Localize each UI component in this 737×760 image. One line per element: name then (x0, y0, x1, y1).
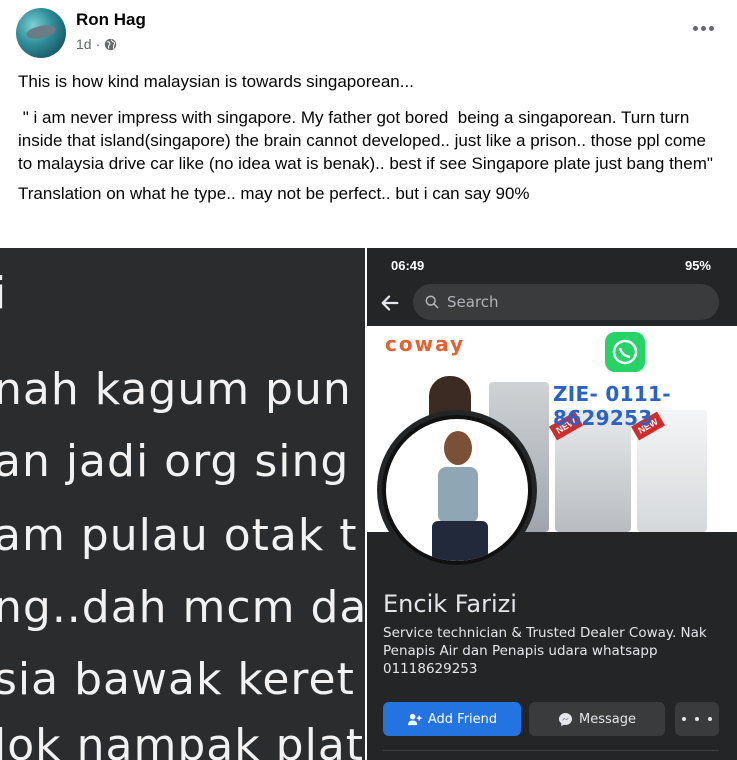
photo-text-line: nah kagum pun (0, 364, 352, 415)
status-time: 06:49 (391, 258, 425, 273)
profile-name: Encik Farizi (383, 590, 517, 618)
profile-picture[interactable] (377, 410, 537, 570)
search-icon (425, 295, 439, 309)
post-time[interactable]: 1d (76, 36, 92, 52)
globe-icon (105, 38, 117, 50)
more-horizontal-icon (682, 717, 686, 721)
post-meta: 1d · (76, 36, 117, 52)
photo-text-line: am pulau otak t (0, 510, 358, 561)
post-body: This is how kind malaysian is towards si… (18, 70, 718, 218)
author-name[interactable]: Ron Hag (76, 10, 146, 30)
whatsapp-icon (605, 332, 645, 372)
search-input[interactable] (447, 293, 687, 311)
back-arrow-icon[interactable] (379, 292, 401, 314)
photo-text-line: lok nampak plat (0, 720, 365, 760)
photo-text-line: ng..dah mcm dal (0, 582, 365, 633)
post-intro: This is how kind malaysian is towards si… (18, 72, 414, 91)
divider (383, 750, 719, 751)
post-quote: " i am never impress with singapore. My … (18, 108, 713, 173)
photo-text-line: i (0, 268, 8, 319)
phone-screenshot: 06:49 95% coway NEW (367, 248, 737, 760)
profile-more-button[interactable] (675, 702, 719, 736)
cover-phone-number: ZIE- 0111-8629253 (553, 382, 671, 430)
status-bar: 06:49 95% (367, 248, 737, 282)
post-translation-note: Translation on what he type.. may not be… (18, 184, 530, 203)
message-button[interactable]: Message (529, 702, 665, 736)
nav-bar (367, 282, 737, 326)
search-bar[interactable] (413, 284, 719, 320)
author-avatar[interactable] (16, 8, 66, 58)
post-photo-left[interactable]: i nah kagum pun an jadi org sing am pula… (0, 248, 365, 760)
message-label: Message (579, 711, 636, 727)
add-person-icon (407, 713, 422, 725)
brand-logo: coway (385, 332, 465, 356)
status-battery: 95% (684, 258, 711, 273)
more-options-button[interactable] (685, 14, 721, 42)
profile-bio: Service technician & Trusted Dealer Cowa… (383, 625, 707, 677)
add-friend-label: Add Friend (427, 711, 498, 727)
post-header: Ron Hag 1d · (16, 8, 721, 58)
add-friend-button[interactable]: Add Friend (383, 702, 521, 736)
photo-text-line: an jadi org sing (0, 436, 350, 487)
photo-text-line: sia bawak keret (0, 654, 355, 705)
post-photo-right[interactable]: 06:49 95% coway NEW (367, 248, 737, 760)
messenger-icon (558, 712, 573, 726)
more-horizontal-icon (692, 25, 698, 31)
